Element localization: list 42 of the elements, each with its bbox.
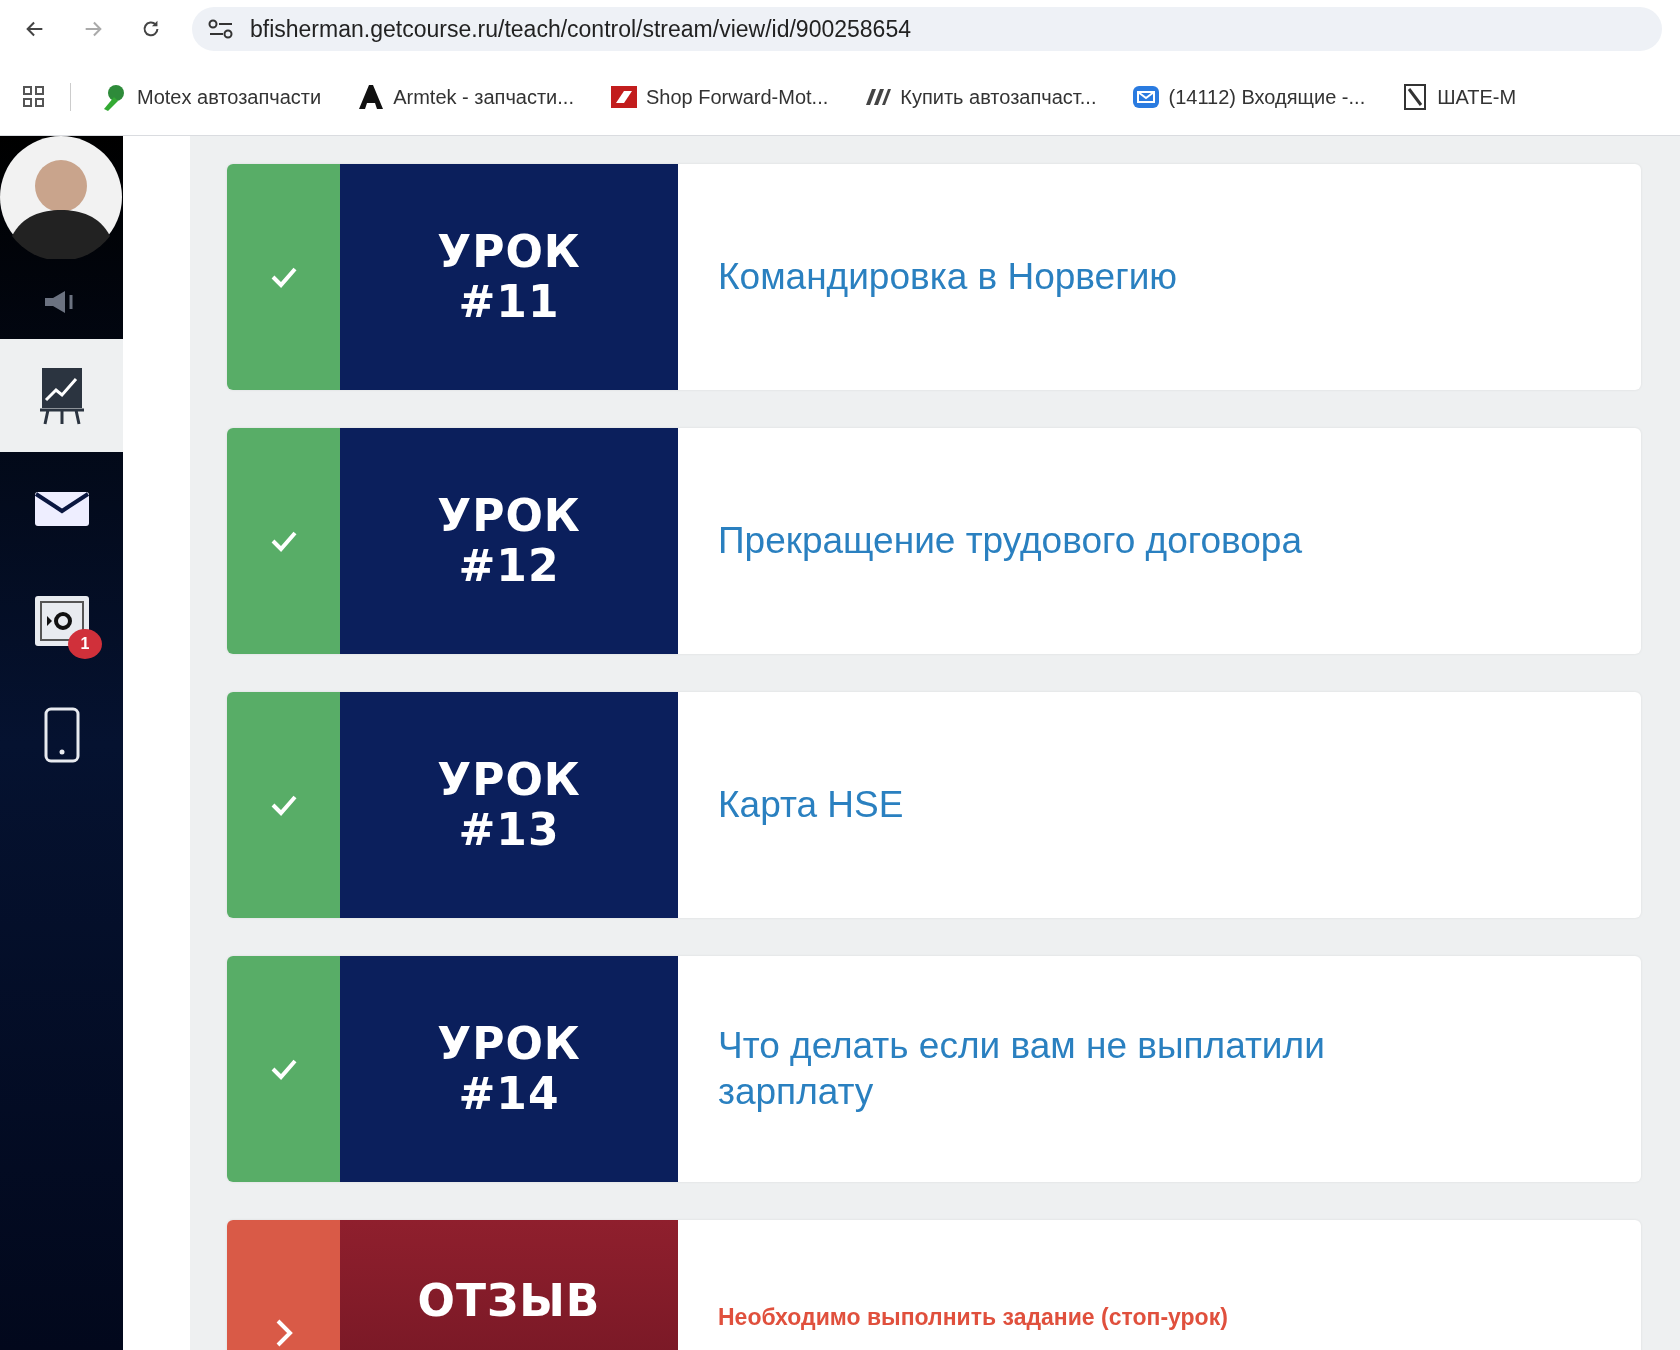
check-icon (269, 266, 298, 288)
bookmark-link[interactable]: ШАТЕ-М (1395, 77, 1523, 116)
lesson-label: УРОК (437, 491, 581, 541)
lesson-title-link[interactable]: Командировка в Норвегию (718, 254, 1438, 300)
bookmark-link[interactable]: Купить автозапчаст... (858, 77, 1103, 116)
lesson-card[interactable]: ОТЗЫВ Необходимо выполнить задание (стоп-урок) (227, 1220, 1641, 1350)
bookmark-link[interactable]: Armtek - запчасти... (351, 77, 580, 116)
lesson-number: #13 (458, 805, 560, 855)
lesson-number: #12 (458, 541, 560, 591)
lesson-number: #11 (458, 277, 560, 327)
address-bar[interactable]: bfisherman.getcourse.ru/teach/control/stream/view/id/900258654 (192, 7, 1662, 51)
lesson-title-link[interactable]: Карта HSE (718, 782, 1438, 828)
sidebar-item[interactable]: 1 (0, 565, 123, 678)
lesson-card[interactable]: УРОК #11 Командировка в Норвегию (227, 164, 1641, 390)
site-settings-icon (208, 18, 234, 40)
lesson-label: УРОК (437, 1019, 581, 1069)
lesson-card[interactable]: УРОК #14 Что делать если вам не выплатили зарплату (227, 956, 1641, 1182)
bookmark-link[interactable]: (14112) Входящие -... (1126, 77, 1372, 116)
letter-logo-icon (357, 82, 386, 111)
sidebar-item[interactable] (0, 339, 123, 452)
chart-board-icon (39, 365, 84, 426)
url-text: bfisherman.getcourse.ru/teach/control/stream/view/id/900258654 (250, 14, 911, 44)
lesson-label: ОТЗЫВ (417, 1276, 601, 1326)
lesson-label: УРОК (437, 755, 581, 805)
lesson-card[interactable]: УРОК #12 Прекращение трудового договора (227, 428, 1641, 654)
apps-icon[interactable] (22, 84, 46, 109)
bookmark-link[interactable]: Motex автозапчасти (95, 77, 328, 116)
check-icon (269, 530, 298, 552)
lesson-label: УРОК (437, 227, 581, 277)
bookmark-link[interactable]: Shop Forward-Mot... (603, 77, 835, 116)
lesson-title-link[interactable]: Что делать если вам не выплатили зарплату (718, 1023, 1438, 1115)
check-icon (269, 794, 298, 816)
envelope-icon (33, 490, 90, 527)
chevron-right-icon (274, 1319, 293, 1347)
phone-icon (43, 706, 80, 763)
check-icon (269, 1058, 298, 1080)
stop-lesson-notice: Необходимо выполнить задание (стоп-урок) (718, 1303, 1229, 1332)
lesson-number: #14 (458, 1069, 560, 1119)
notification-badge: 1 (68, 629, 102, 659)
lesson-card[interactable]: УРОК #13 Карта HSE (227, 692, 1641, 918)
lesson-title-link[interactable]: Прекращение трудового договора (718, 518, 1438, 564)
avatar[interactable] (0, 136, 123, 259)
